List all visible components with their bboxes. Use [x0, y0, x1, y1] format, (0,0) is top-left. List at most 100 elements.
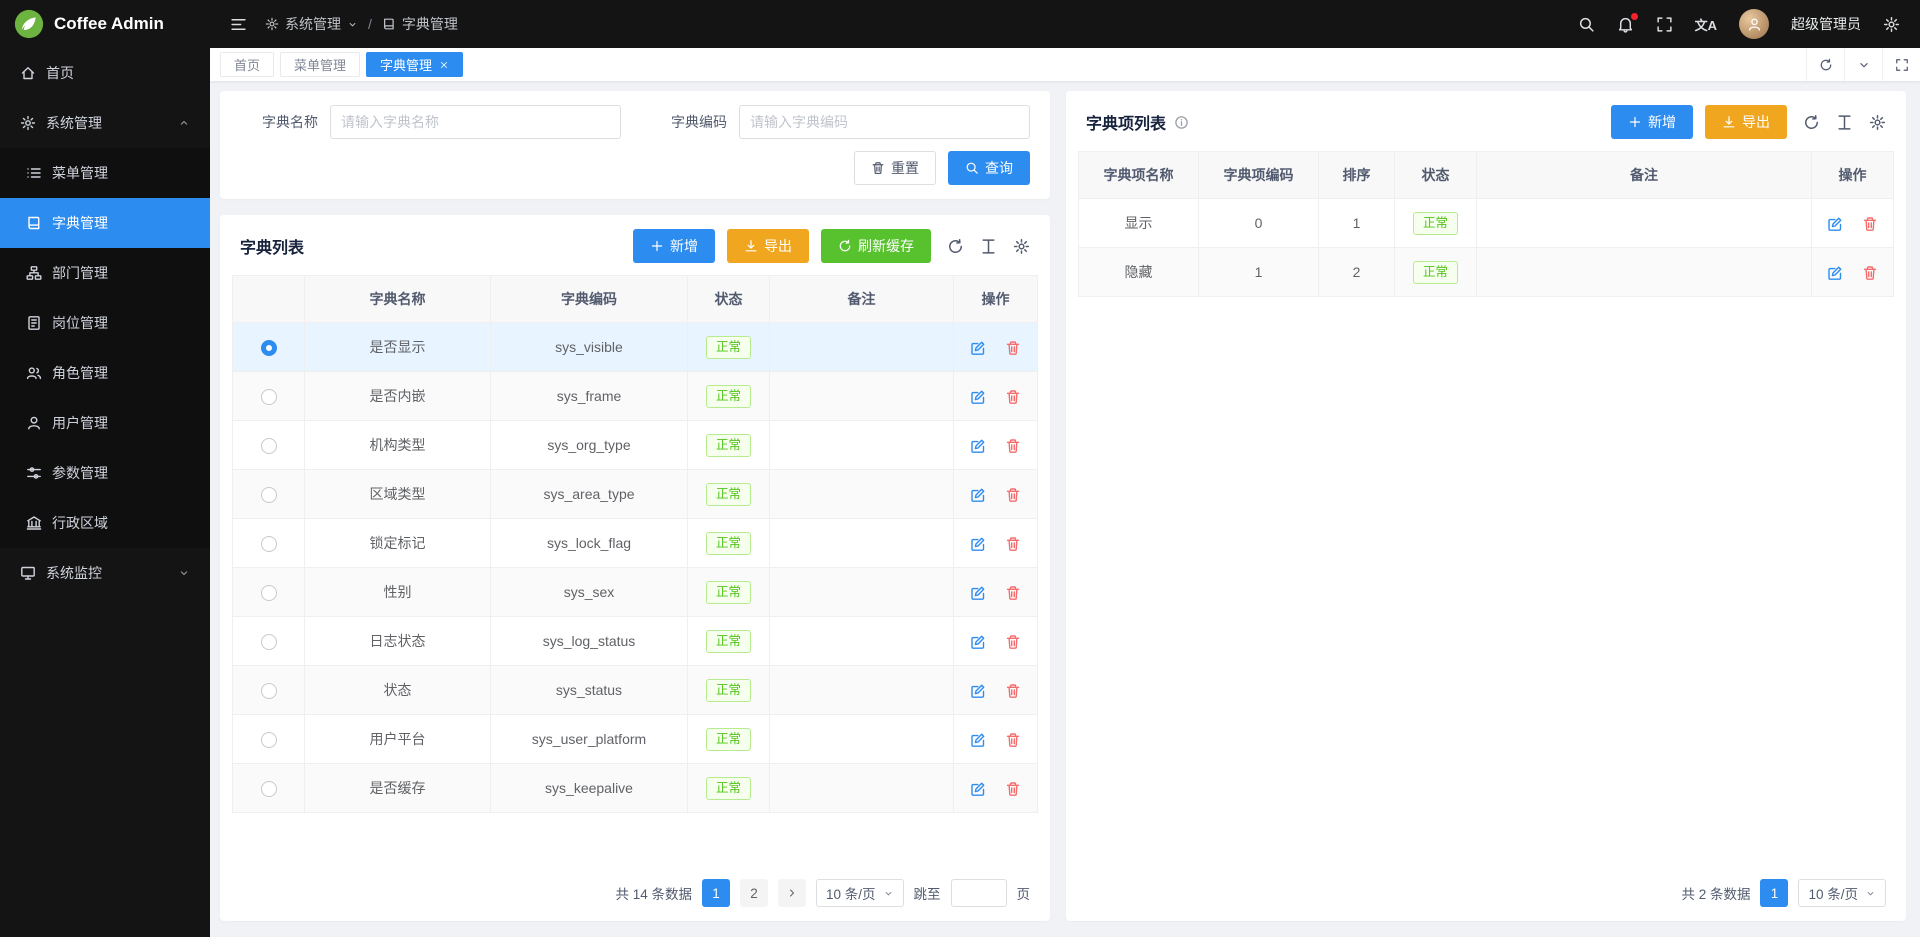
edit-icon[interactable]	[970, 732, 986, 748]
user-name[interactable]: 超级管理员	[1791, 14, 1861, 34]
row-radio[interactable]	[261, 585, 277, 601]
sidebar-item-home[interactable]: 首页	[0, 48, 210, 98]
row-radio[interactable]	[261, 634, 277, 650]
edit-icon[interactable]	[970, 389, 986, 405]
table-row[interactable]: 性别 sys_sex 正常	[233, 568, 1038, 617]
edit-icon[interactable]	[970, 781, 986, 797]
table-row[interactable]: 是否内嵌 sys_frame 正常	[233, 372, 1038, 421]
tabs-refresh-icon[interactable]	[1806, 48, 1844, 81]
sidebar-item-user-management[interactable]: 用户管理	[0, 398, 210, 448]
reset-button[interactable]: 重置	[854, 151, 936, 185]
query-button[interactable]: 查询	[948, 151, 1030, 185]
edit-icon[interactable]	[970, 340, 986, 356]
sidebar-item-dict-management[interactable]: 字典管理	[0, 198, 210, 248]
edit-icon[interactable]	[970, 536, 986, 552]
row-radio[interactable]	[261, 781, 277, 797]
dict-list-pagination: 共 14 条数据 1 2 10 条/页 跳至 页	[220, 865, 1050, 921]
edit-icon[interactable]	[970, 683, 986, 699]
close-icon[interactable]	[439, 60, 449, 70]
add-dict-item-button[interactable]: 新增	[1611, 105, 1693, 139]
row-radio[interactable]	[261, 683, 277, 699]
sidebar-item-admin-region[interactable]: 行政区域	[0, 498, 210, 548]
next-page-button[interactable]	[778, 879, 806, 907]
delete-icon[interactable]	[1005, 487, 1021, 503]
delete-icon[interactable]	[1005, 340, 1021, 356]
tab-dict-management[interactable]: 字典管理	[366, 52, 463, 77]
delete-icon[interactable]	[1862, 265, 1878, 281]
export-dict-button[interactable]: 导出	[727, 229, 809, 263]
tab-home[interactable]: 首页	[220, 52, 274, 77]
column-header: 字典项名称	[1079, 152, 1199, 199]
sidebar-item-menu-management[interactable]: 菜单管理	[0, 148, 210, 198]
row-radio[interactable]	[261, 487, 277, 503]
row-radio[interactable]	[261, 389, 277, 405]
dict-code-input[interactable]	[739, 105, 1030, 139]
column-height-icon[interactable]	[1836, 114, 1853, 131]
row-radio[interactable]	[261, 732, 277, 748]
table-row[interactable]: 隐藏 1 2 正常	[1079, 248, 1894, 297]
delete-icon[interactable]	[1862, 216, 1878, 232]
edit-icon[interactable]	[1827, 265, 1843, 281]
edit-icon[interactable]	[970, 487, 986, 503]
sidebar-item-system-monitor[interactable]: 系统监控	[0, 548, 210, 598]
dict-name-input[interactable]	[330, 105, 621, 139]
table-row[interactable]: 显示 0 1 正常	[1079, 199, 1894, 248]
column-height-icon[interactable]	[980, 238, 997, 255]
content-fullscreen-icon[interactable]	[1882, 48, 1920, 81]
avatar[interactable]	[1739, 9, 1769, 39]
fullscreen-icon[interactable]	[1656, 16, 1673, 33]
table-settings-icon[interactable]	[1013, 238, 1030, 255]
row-radio[interactable]	[261, 536, 277, 552]
tab-menu-management[interactable]: 菜单管理	[280, 52, 360, 77]
row-radio[interactable]	[261, 438, 277, 454]
delete-icon[interactable]	[1005, 732, 1021, 748]
delete-icon[interactable]	[1005, 683, 1021, 699]
monitor-icon	[20, 565, 36, 581]
table-row[interactable]: 机构类型 sys_org_type 正常	[233, 421, 1038, 470]
table-row[interactable]: 区域类型 sys_area_type 正常	[233, 470, 1038, 519]
refresh-cache-button[interactable]: 刷新缓存	[821, 229, 931, 263]
export-dict-items-button[interactable]: 导出	[1705, 105, 1787, 139]
edit-icon[interactable]	[970, 585, 986, 601]
delete-icon[interactable]	[1005, 634, 1021, 650]
table-refresh-icon[interactable]	[1803, 114, 1820, 131]
page-size-select[interactable]: 10 条/页	[816, 879, 904, 907]
app-logo[interactable]: Coffee Admin	[0, 0, 210, 48]
notifications-bell-icon[interactable]	[1617, 16, 1634, 33]
sidebar-item-system-management[interactable]: 系统管理	[0, 98, 210, 148]
breadcrumb-section[interactable]: 系统管理	[265, 14, 358, 34]
delete-icon[interactable]	[1005, 438, 1021, 454]
table-row[interactable]: 日志状态 sys_log_status 正常	[233, 617, 1038, 666]
delete-icon[interactable]	[1005, 389, 1021, 405]
page-1-button[interactable]: 1	[702, 879, 730, 907]
sidebar-item-param-management[interactable]: 参数管理	[0, 448, 210, 498]
delete-icon[interactable]	[1005, 781, 1021, 797]
search-icon[interactable]	[1578, 16, 1595, 33]
page-1-button[interactable]: 1	[1760, 879, 1788, 907]
edit-icon[interactable]	[1827, 216, 1843, 232]
settings-gear-icon[interactable]	[1883, 16, 1900, 33]
delete-icon[interactable]	[1005, 536, 1021, 552]
add-dict-button[interactable]: 新增	[633, 229, 715, 263]
sidebar-item-role-management[interactable]: 角色管理	[0, 348, 210, 398]
info-icon[interactable]	[1174, 115, 1189, 130]
table-row[interactable]: 是否显示 sys_visible 正常	[233, 323, 1038, 372]
jump-page-input[interactable]	[951, 879, 1007, 907]
sidebar-item-post-management[interactable]: 岗位管理	[0, 298, 210, 348]
row-radio[interactable]	[261, 340, 277, 356]
delete-icon[interactable]	[1005, 585, 1021, 601]
page-size-select[interactable]: 10 条/页	[1798, 879, 1886, 907]
translate-icon[interactable]: 文A	[1695, 15, 1717, 34]
sidebar-item-dept-management[interactable]: 部门管理	[0, 248, 210, 298]
edit-icon[interactable]	[970, 438, 986, 454]
table-refresh-icon[interactable]	[947, 238, 964, 255]
table-settings-icon[interactable]	[1869, 114, 1886, 131]
table-row[interactable]: 锁定标记 sys_lock_flag 正常	[233, 519, 1038, 568]
edit-icon[interactable]	[970, 634, 986, 650]
tabs-menu-chevron-icon[interactable]	[1844, 48, 1882, 81]
table-row[interactable]: 状态 sys_status 正常	[233, 666, 1038, 715]
table-row[interactable]: 用户平台 sys_user_platform 正常	[233, 715, 1038, 764]
page-2-button[interactable]: 2	[740, 879, 768, 907]
sidebar-collapse-icon[interactable]	[230, 16, 247, 33]
table-row[interactable]: 是否缓存 sys_keepalive 正常	[233, 764, 1038, 813]
